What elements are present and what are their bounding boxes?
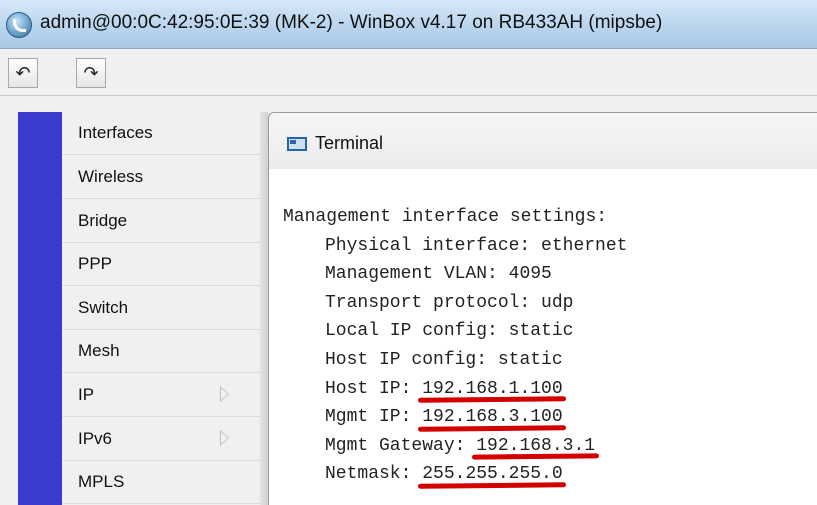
mgmt-ip-value: 192.168.3.100: [418, 403, 567, 432]
line-label: Physical interface:: [325, 235, 531, 256]
sidebar-item-label: PPP: [78, 254, 113, 273]
line-label: Transport protocol:: [325, 292, 531, 313]
sidebar-item-label: IP: [78, 385, 95, 404]
winbox-logo-icon: [6, 12, 32, 38]
terminal-line: Physical interface: ethernet: [283, 232, 817, 261]
mgmt-gateway-value: 192.168.3.1: [472, 432, 600, 461]
terminal-line: Host IP: 192.168.1.100: [283, 375, 817, 404]
line-label: Host IP config:: [325, 349, 488, 370]
terminal-line: Host IP config: static: [283, 346, 817, 375]
line-label: Mgmt Gateway:: [325, 435, 466, 456]
sidebar-item-label: MPLS: [78, 472, 125, 491]
redo-button[interactable]: ↷: [76, 58, 106, 88]
terminal-line: Mgmt Gateway: 192.168.3.1: [283, 432, 817, 461]
red-underline-mark: [418, 424, 567, 432]
terminal-line: Management VLAN: 4095: [283, 260, 817, 289]
line-value: 192.168.3.100: [422, 407, 563, 428]
line-value: udp: [541, 292, 574, 313]
left-edge: [0, 96, 18, 505]
terminal-line: Transport protocol: udp: [283, 289, 817, 318]
terminal-title-bar[interactable]: Terminal: [269, 113, 817, 169]
line-value: 4095: [508, 264, 552, 285]
redo-icon: ↷: [83, 63, 99, 83]
submenu-arrow-icon: [220, 386, 229, 402]
sidebar-menu: Interfaces Wireless Bridge PPP Switch Me…: [62, 112, 260, 505]
line-value: static: [497, 349, 563, 370]
undo-icon: ↶: [15, 63, 31, 83]
sidebar-item-label: Interfaces: [78, 123, 153, 142]
title-bar[interactable]: admin@00:0C:42:95:0E:39 (MK-2) - WinBox …: [0, 0, 817, 49]
sidebar-item-mpls[interactable]: MPLS: [62, 461, 260, 504]
sidebar-item-mesh[interactable]: Mesh: [62, 330, 260, 373]
line-label: Netmask:: [325, 464, 412, 485]
sidebar-item-ppp[interactable]: PPP: [62, 243, 260, 286]
host-ip-value: 192.168.1.100: [418, 375, 567, 404]
red-underline-mark: [418, 482, 567, 489]
terminal-line: Local IP config: static: [283, 317, 817, 346]
line-value: ethernet: [541, 235, 628, 256]
sidebar-item-wireless[interactable]: Wireless: [62, 156, 260, 199]
sidebar-item-label: Wireless: [78, 167, 144, 186]
sidebar-item-switch[interactable]: Switch: [62, 287, 260, 330]
toolbar: ↶ ↷: [0, 50, 817, 96]
sidebar-item-ipv6[interactable]: IPv6: [62, 418, 260, 461]
sidebar-item-ip[interactable]: IP: [62, 374, 260, 417]
terminal-window[interactable]: Terminal Management interface settings: …: [268, 112, 817, 505]
terminal-line: Mgmt IP: 192.168.3.100: [283, 403, 817, 432]
line-label: Host IP:: [325, 378, 412, 399]
netmask-value: 255.255.255.0: [418, 460, 567, 489]
sidebar-item-label: Mesh: [78, 341, 120, 360]
red-underline-mark: [418, 396, 567, 403]
window-title: admin@00:0C:42:95:0E:39 (MK-2) - WinBox …: [40, 12, 663, 33]
panel-splitter[interactable]: [260, 112, 268, 505]
terminal-icon: [287, 137, 307, 151]
line-label: Mgmt IP:: [325, 407, 412, 428]
line-value: static: [508, 321, 574, 342]
line-label: Local IP config:: [325, 321, 498, 342]
undo-button[interactable]: ↶: [8, 58, 38, 88]
sidebar-item-bridge[interactable]: Bridge: [62, 200, 260, 243]
sidebar-brand-strip: [18, 112, 62, 505]
submenu-arrow-icon: [220, 430, 229, 446]
terminal-title: Terminal: [315, 133, 384, 153]
line-value: 255.255.255.0: [422, 464, 563, 485]
line-label: Management VLAN:: [325, 264, 498, 285]
sidebar-item-interfaces[interactable]: Interfaces: [62, 112, 260, 155]
sidebar-item-label: Switch: [78, 298, 129, 317]
sidebar-item-label: Bridge: [78, 211, 128, 230]
terminal-heading: Management interface settings:: [283, 207, 608, 227]
terminal-output[interactable]: Management interface settings: Physical …: [283, 203, 817, 489]
terminal-line: Netmask: 255.255.255.0: [283, 460, 817, 489]
sidebar-item-label: IPv6: [78, 429, 113, 448]
red-underline-mark: [472, 453, 600, 461]
